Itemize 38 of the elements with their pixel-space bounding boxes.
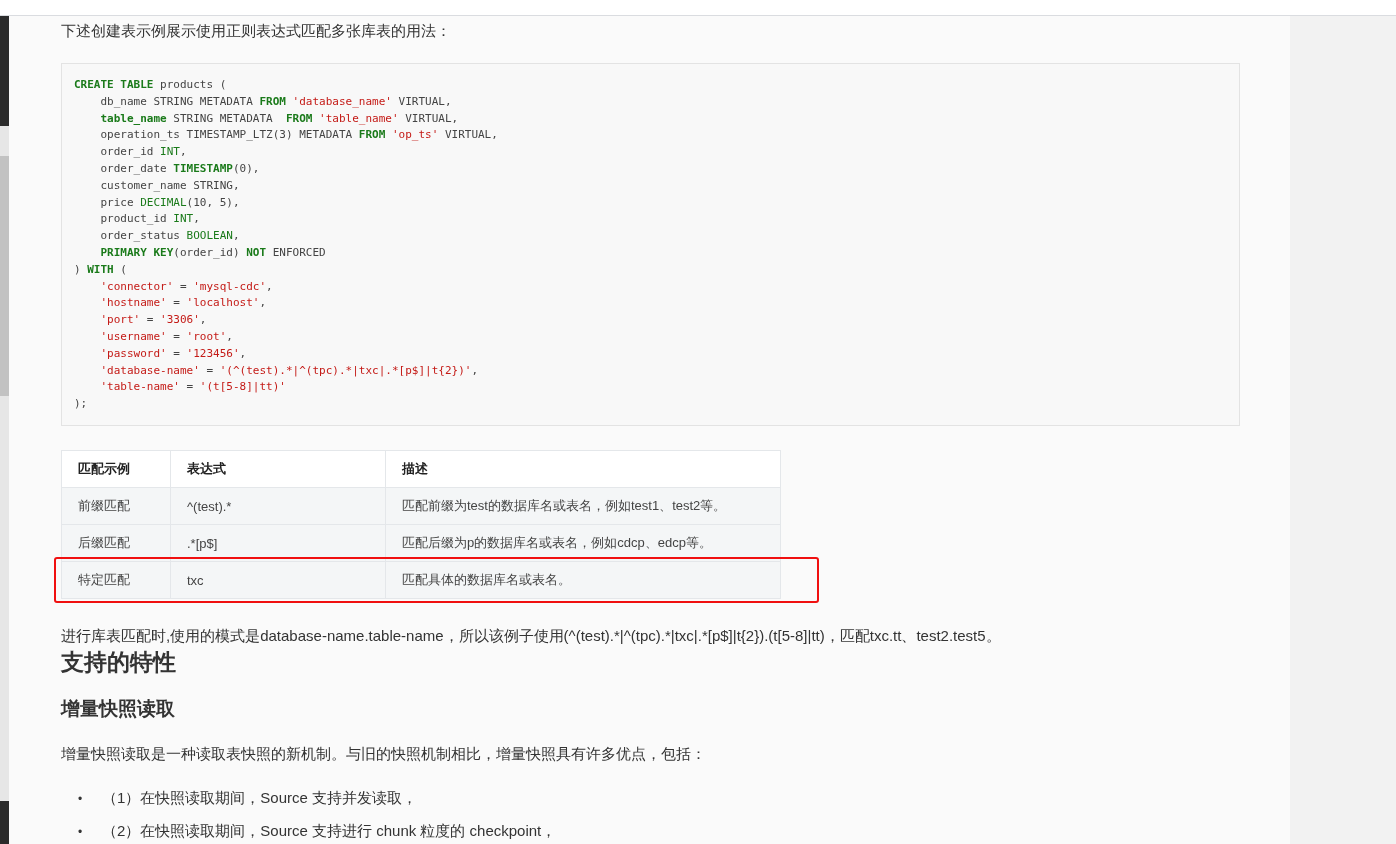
section-heading: 支持的特性 — [61, 648, 177, 677]
code-line: 'port' = '3306', — [99, 312, 208, 329]
code-line: PRIMARY KEY(order_id) NOT ENFORCED — [99, 244, 327, 261]
table-cell: 匹配前缀为test的数据库名或表名，例如test1、test2等。 — [385, 487, 781, 525]
code-line: price DECIMAL(10, 5), — [99, 194, 241, 211]
intro-text: 下述创建表示例展示使用正则表达式匹配多张库表的用法： — [61, 21, 452, 41]
list-item: （1）在快照读取期间，Source 支持并发读取， — [102, 788, 418, 808]
code-line: CREATE TABLE products ( — [74, 77, 228, 93]
table-cell: ^(test).* — [170, 487, 386, 525]
table-cell: 特定匹配 — [61, 561, 171, 599]
code-line: 'table-name' = '(t[5-8]|tt)' — [99, 379, 287, 396]
bullet-mark: • — [78, 791, 84, 808]
paragraph: 增量快照读取是一种读取表快照的新机制。与旧的快照机制相比，增量快照具有许多优点，包括： — [61, 744, 707, 764]
code-line: operation_ts TIMESTAMP_LTZ(3) METADATA FROM 'op_ts' VIRTUAL, — [99, 127, 499, 144]
code-line: product_id INT, — [99, 211, 201, 228]
code-line: ); — [74, 396, 89, 413]
list-item: （2）在快照读取期间，Source 支持进行 chunk 粒度的 checkpoint， — [102, 821, 557, 841]
code-line: db_name STRING METADATA FROM 'database_name' VIRTUAL, — [99, 93, 453, 110]
subsection-heading: 增量快照读取 — [61, 697, 176, 721]
code-line: ) WITH ( — [74, 261, 128, 278]
code-line: 'hostname' = 'localhost', — [99, 295, 268, 312]
code-line: table_name STRING METADATA FROM 'table_name' VIRTUAL, — [99, 110, 460, 127]
bullet-mark: • — [78, 824, 84, 841]
table-cell: txc — [170, 561, 386, 599]
code-line: order_status BOOLEAN, — [99, 228, 241, 245]
code-line: 'connector' = 'mysql-cdc', — [99, 278, 274, 295]
code-line: order_date TIMESTAMP(0), — [99, 161, 261, 177]
column-header: 匹配示例 — [61, 450, 171, 488]
code-line: order_id INT, — [99, 144, 188, 161]
column-header: 描述 — [385, 450, 781, 488]
code-line: customer_name STRING, — [99, 177, 241, 194]
column-header: 表达式 — [170, 450, 386, 488]
table-cell: 前缀匹配 — [61, 487, 171, 525]
code-line: 'database-name' = '(^(test).*|^(tpc).*|txc|.*[p$]|t{2})', — [99, 362, 479, 379]
table-cell: 匹配具体的数据库名或表名。 — [385, 561, 781, 599]
note-text: 进行库表匹配时,使用的模式是database-name.table-name，所以该例子使用(^(test).*|^(tpc).*|txc|.*[p$]|t{2}).(t[5-8]|tt)，匹配txc.tt、test2.test5。 — [61, 627, 1002, 645]
code-line: 'username' = 'root', — [99, 328, 234, 345]
code-line: 'password' = '123456', — [99, 345, 248, 362]
